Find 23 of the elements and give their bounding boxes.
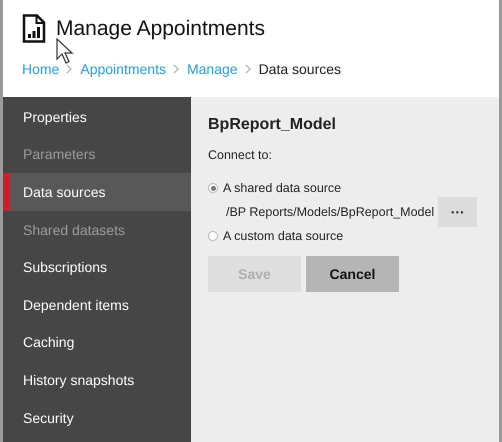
browse-button[interactable]: ···	[438, 197, 478, 227]
sidebar-item[interactable]: Properties	[3, 98, 191, 136]
sidebar-item[interactable]: History snapshots	[3, 361, 191, 399]
chevron-icon	[66, 64, 74, 74]
radio-label: A custom data source	[223, 229, 344, 243]
data-source-path: /BP Reports/Models/BpReport_Model	[226, 205, 434, 219]
pointer-icon	[56, 38, 76, 66]
sidebar-item[interactable]: Subscriptions	[3, 248, 191, 286]
chevron-icon	[172, 64, 180, 74]
sidebar-item[interactable]: Dependent items	[3, 286, 191, 324]
sidebar-item[interactable]: Data sources	[3, 173, 191, 211]
connect-label: Connect to:	[208, 148, 273, 162]
report-icon	[22, 14, 46, 43]
sidebar-item[interactable]: Caching	[3, 324, 191, 362]
section-title: BpReport_Model	[208, 116, 337, 134]
radio-button[interactable]	[208, 231, 218, 241]
chevron-icon	[244, 64, 252, 74]
sidebar-item[interactable]: Security	[3, 398, 191, 436]
radio-label: A shared data source	[223, 181, 342, 195]
cancel-button[interactable]: Cancel	[306, 256, 399, 292]
radio-button[interactable]	[208, 183, 218, 193]
breadcrumb-current: Data sources	[258, 61, 342, 77]
page-title: Manage Appointments	[56, 16, 265, 40]
